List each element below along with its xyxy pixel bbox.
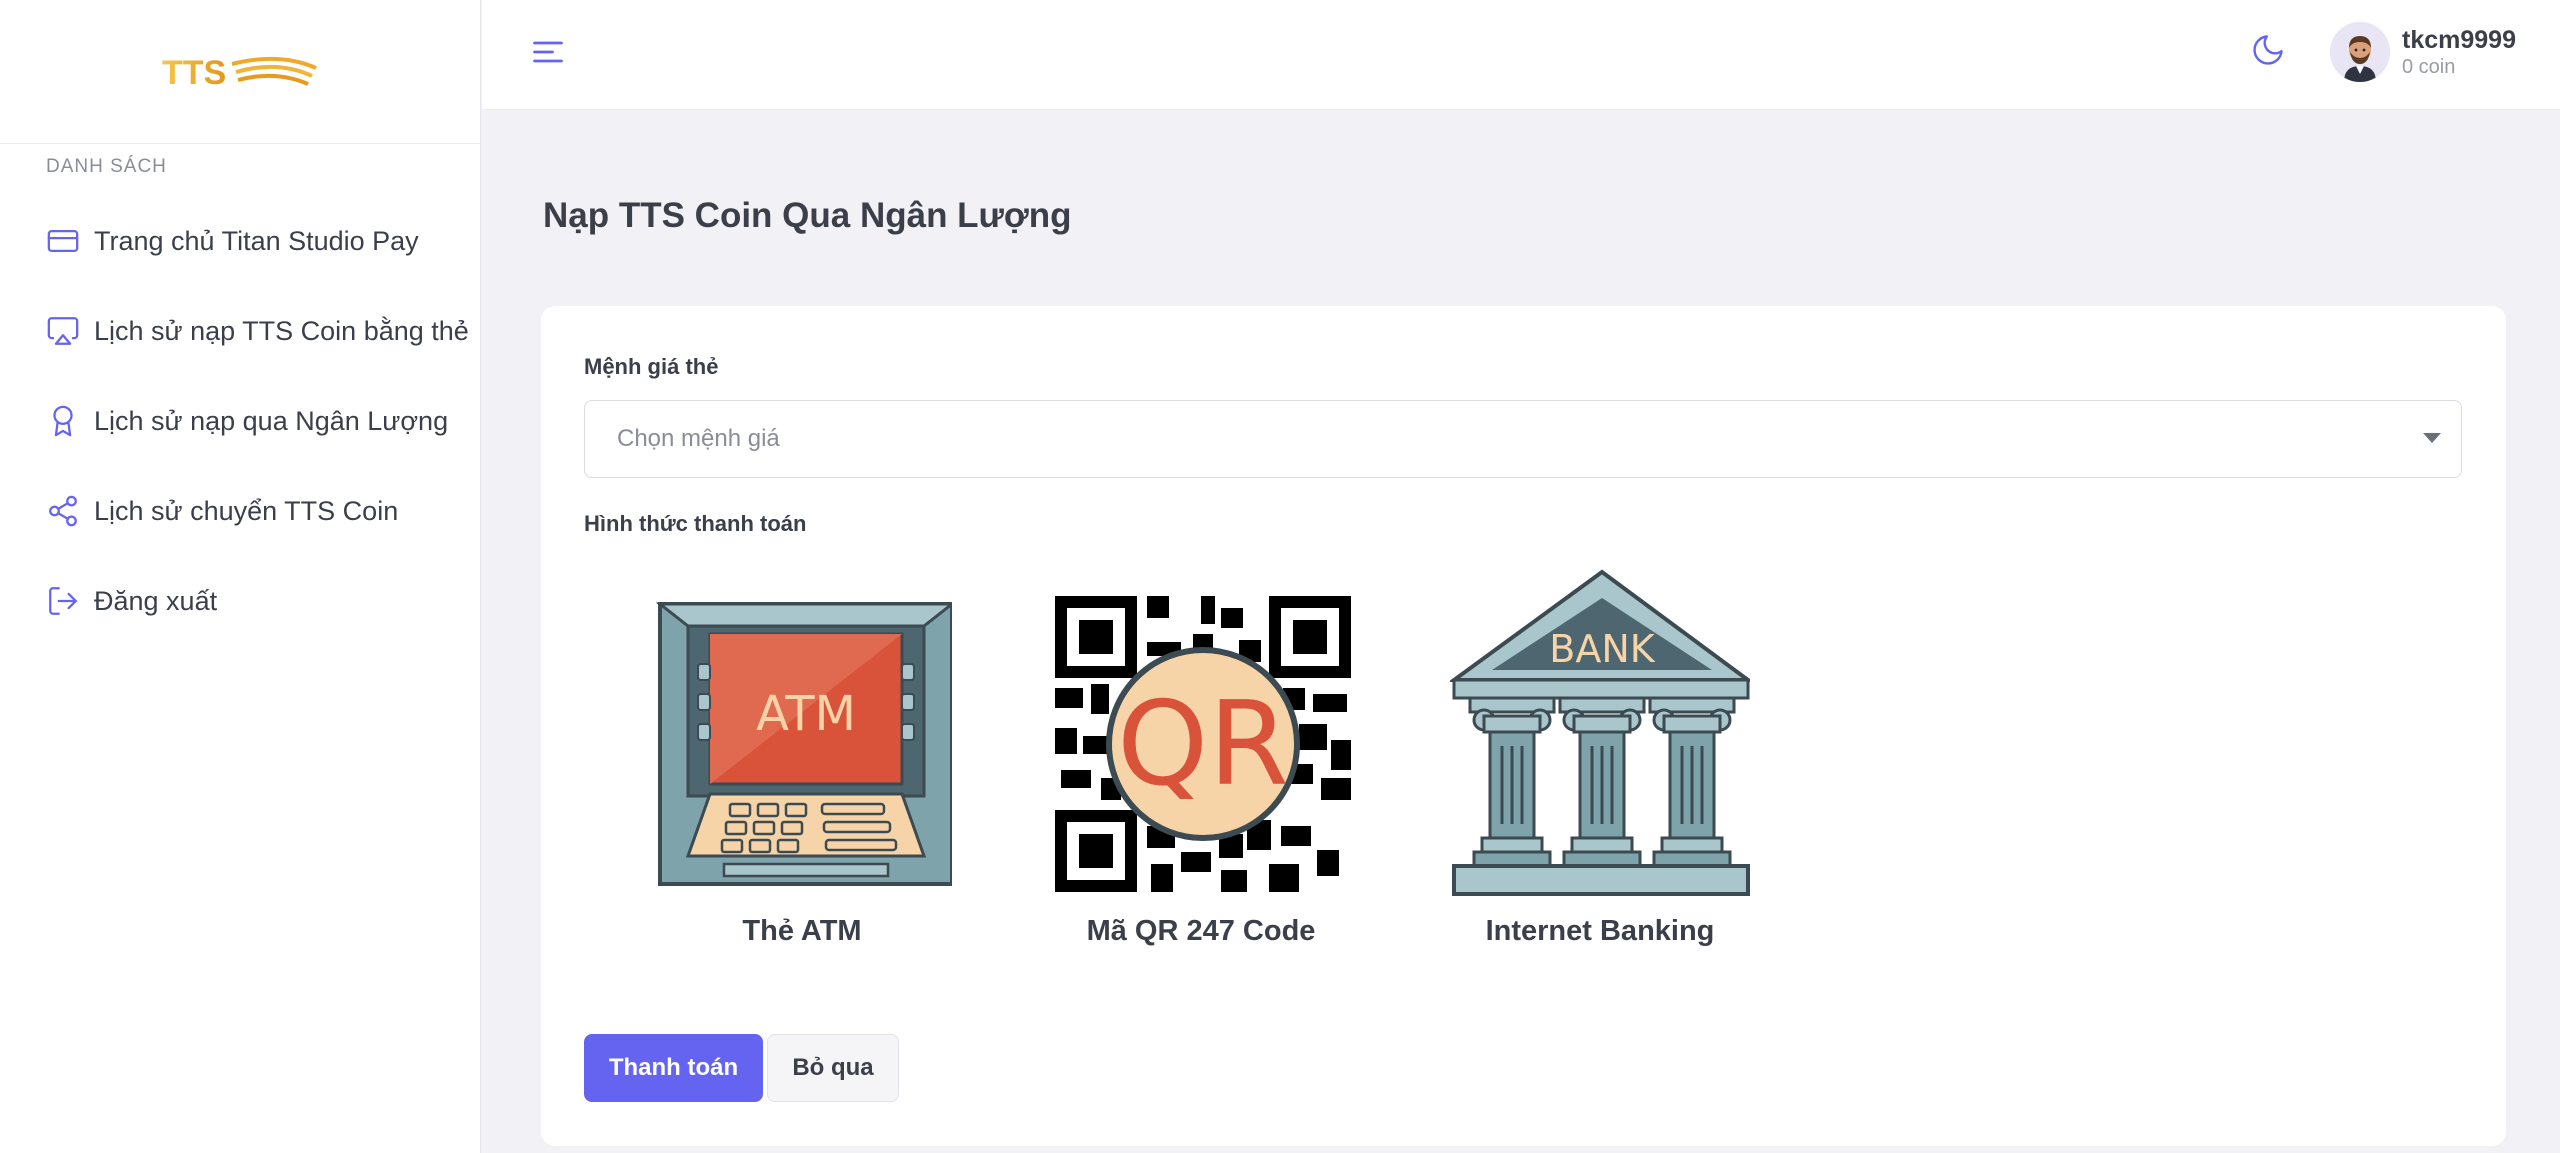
pay-button[interactable]: Thanh toán: [584, 1034, 763, 1102]
menu-toggle-icon[interactable]: [530, 34, 566, 70]
sidebar-item-card-history[interactable]: Lịch sử nạp TTS Coin bằng thẻ: [0, 286, 480, 376]
sidebar-item-label: Đăng xuất: [94, 585, 218, 616]
user-menu[interactable]: tkcm9999 0 coin: [2330, 22, 2516, 82]
payment-form-card: Mệnh giá thẻ Chọn mệnh giá Hình thức tha…: [541, 306, 2506, 1146]
payment-option-label: Internet Banking: [1485, 915, 1715, 947]
tts-logo[interactable]: TTS: [160, 42, 320, 102]
qr-code-icon: QR: [1055, 596, 1351, 892]
amount-select-placeholder: Chọn mệnh giá: [617, 425, 780, 452]
sidebar-item-label: Trang chủ Titan Studio Pay: [94, 225, 419, 256]
page-title: Nạp TTS Coin Qua Ngân Lượng: [543, 196, 1072, 235]
user-name: tkcm9999: [2402, 26, 2516, 54]
svg-text:TTS: TTS: [162, 54, 226, 92]
user-coin-balance: 0 coin: [2402, 56, 2456, 78]
svg-text:ATM: ATM: [756, 686, 856, 742]
payment-option-internet-banking[interactable]: BANK Internet Banking: [1440, 564, 1760, 948]
sidebar: TTS DANH SÁCH Trang chủ Titan Studio Pay…: [0, 0, 481, 1153]
logout-icon: [49, 587, 77, 615]
sidebar-section-title: DANH SÁCH: [46, 156, 167, 177]
airplay-icon: [47, 317, 79, 345]
svg-text:BANK: BANK: [1549, 627, 1655, 671]
svg-text:QR: QR: [1117, 677, 1289, 812]
logo-area: TTS: [0, 0, 480, 144]
payment-option-qr[interactable]: QR Mã QR 247 Code: [1041, 564, 1361, 948]
credit-card-icon: [47, 229, 79, 253]
sidebar-item-label: Lịch sử nạp qua Ngân Lượng: [94, 405, 449, 436]
sidebar-menu: Trang chủ Titan Studio Pay Lịch sử nạp T…: [0, 196, 480, 646]
share-icon: [49, 495, 77, 527]
payment-method-label: Hình thức thanh toán: [584, 511, 807, 536]
award-icon: [53, 405, 73, 437]
avatar: [2330, 22, 2390, 82]
sidebar-item-transfer-history[interactable]: Lịch sử chuyển TTS Coin: [0, 466, 480, 556]
topbar: tkcm9999 0 coin: [482, 0, 2560, 110]
sidebar-item-nganluong-history[interactable]: Lịch sử nạp qua Ngân Lượng: [0, 376, 480, 466]
sidebar-item-logout[interactable]: Đăng xuất: [0, 556, 480, 646]
sidebar-item-home[interactable]: Trang chủ Titan Studio Pay: [0, 196, 480, 286]
amount-label: Mệnh giá thẻ: [584, 354, 719, 379]
sidebar-item-label: Lịch sử nạp TTS Coin bằng thẻ: [94, 315, 469, 346]
caret-down-icon: [2423, 433, 2441, 443]
atm-icon: ATM: [655, 602, 952, 886]
payment-option-atm[interactable]: ATM Thẻ ATM: [642, 564, 962, 948]
sidebar-item-label: Lịch sử chuyển TTS Coin: [94, 495, 399, 526]
amount-select[interactable]: Chọn mệnh giá: [584, 400, 2462, 478]
dark-mode-toggle-icon[interactable]: [2250, 32, 2286, 68]
payment-option-label: Thẻ ATM: [742, 915, 862, 947]
bank-icon: BANK: [1450, 569, 1750, 896]
payment-option-label: Mã QR 247 Code: [1086, 915, 1316, 947]
skip-button[interactable]: Bỏ qua: [767, 1034, 899, 1102]
